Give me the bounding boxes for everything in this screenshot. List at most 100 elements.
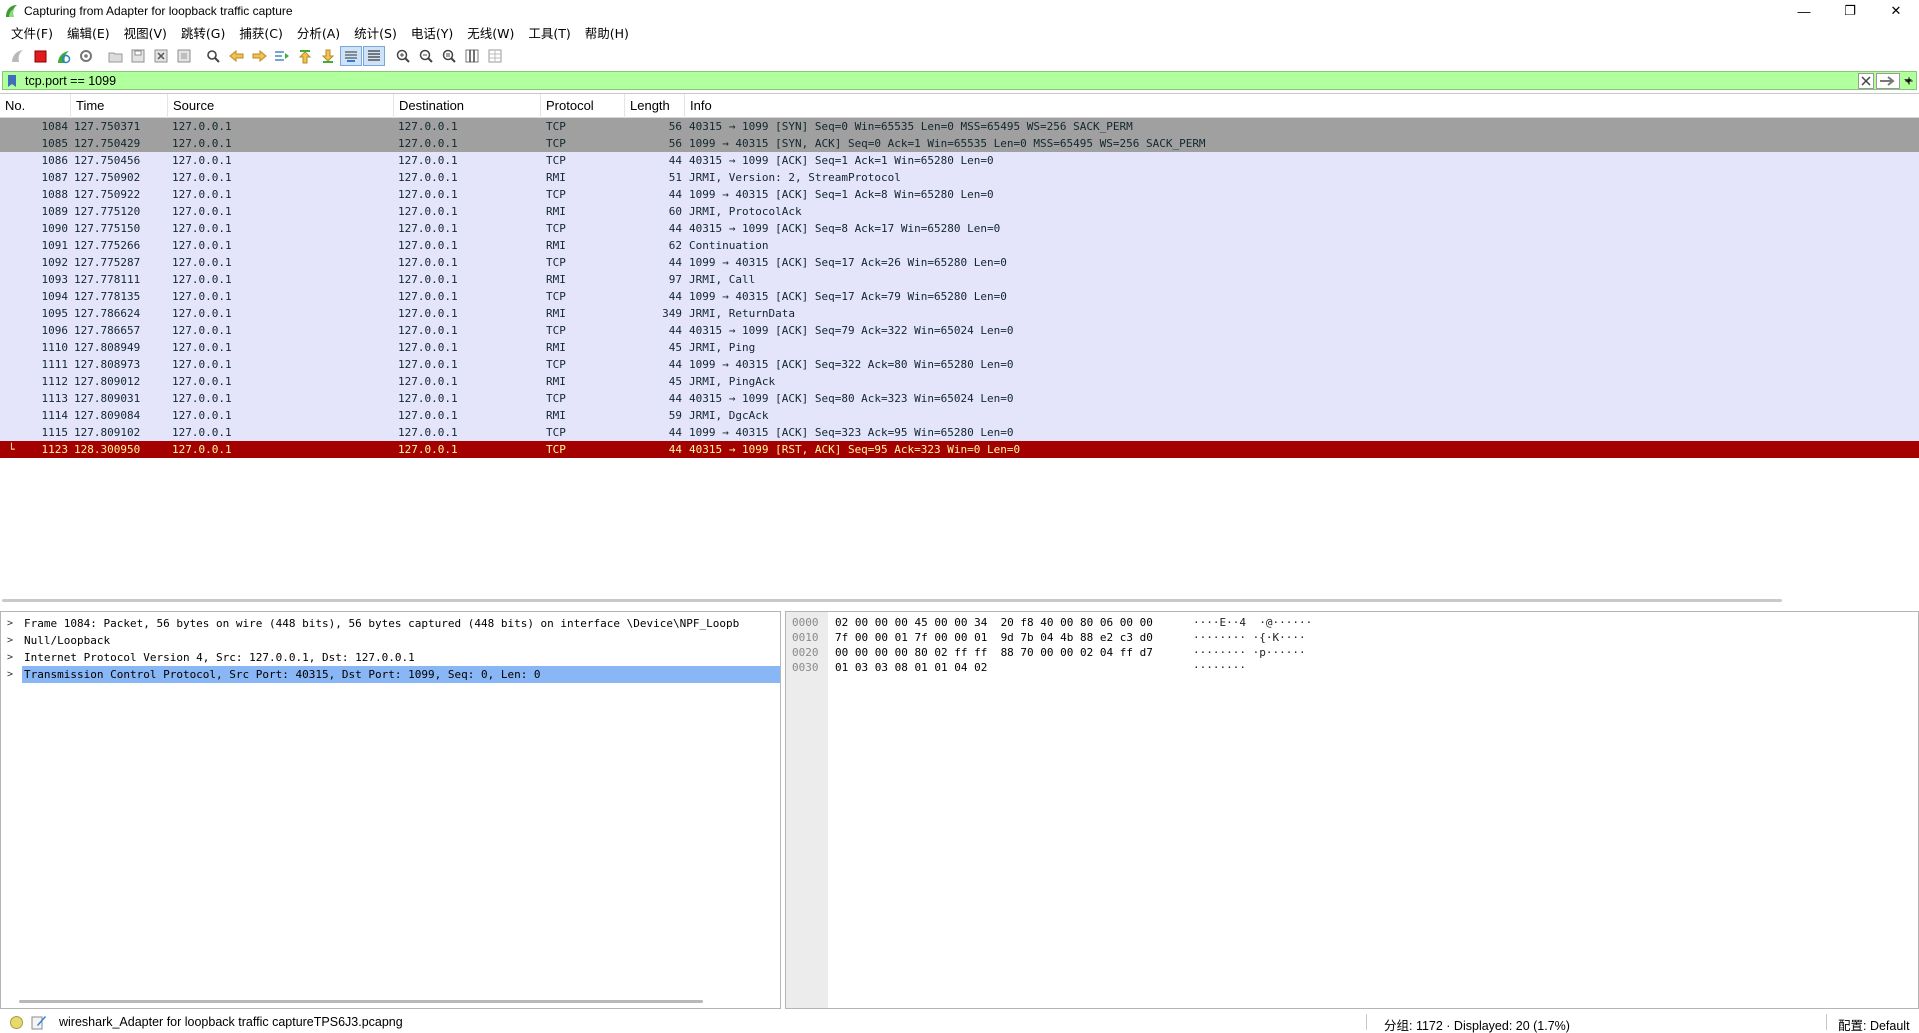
packet-row[interactable]: 1114 127.809084 127.0.0.1 127.0.0.1 RMI 59 JRM… <box>0 407 1919 424</box>
menu-file[interactable]: 文件(F) <box>4 23 60 42</box>
zoom-in-icon[interactable] <box>392 46 414 66</box>
menu-bar: 文件(F) 编辑(E) 视图(V) 跳转(G) 捕获(C) 分析(A) 统计(S… <box>0 22 1919 43</box>
packet-row[interactable]: 1115 127.809102 127.0.0.1 127.0.0.1 TCP 44 109… <box>0 424 1919 441</box>
column-header-info[interactable]: Info <box>685 94 1919 118</box>
expand-arrow-icon[interactable]: > <box>7 615 13 632</box>
packet-row[interactable]: 1091 127.775266 127.0.0.1 127.0.0.1 RMI 62 Con… <box>0 237 1919 254</box>
cell-length: 44 <box>668 426 682 439</box>
cell-time: 127.786624 <box>74 307 141 320</box>
apply-filter-icon[interactable] <box>1876 72 1900 89</box>
expand-arrow-icon[interactable]: > <box>7 649 13 666</box>
details-horizontal-scrollbar[interactable] <box>19 1000 703 1003</box>
detail-item-tcp[interactable]: Transmission Control Protocol, Src Port:… <box>22 666 780 683</box>
bytes-row[interactable]: 0000 02 00 00 00 45 00 00 34 20 f8 40 00… <box>786 615 1916 630</box>
bytes-row[interactable]: 0010 7f 00 00 01 7f 00 00 01 9d 7b 04 4b… <box>786 630 1916 645</box>
start-capture-icon[interactable] <box>6 46 28 66</box>
packet-row[interactable]: 1090 127.775150 127.0.0.1 127.0.0.1 TCP 44 403… <box>0 220 1919 237</box>
packet-row[interactable]: 1123 128.300950 127.0.0.1 127.0.0.1 TCP 44 403… <box>0 441 1919 458</box>
menu-edit[interactable]: 编辑(E) <box>60 23 117 42</box>
packet-list-header: No. Time Source Destination Protocol Len… <box>0 94 1919 118</box>
add-filter-button[interactable]: + <box>1901 72 1917 90</box>
menu-go[interactable]: 跳转(G) <box>174 23 232 42</box>
menu-help[interactable]: 帮助(H) <box>578 23 636 42</box>
packet-row[interactable]: 1089 127.775120 127.0.0.1 127.0.0.1 RMI 60 JRM… <box>0 203 1919 220</box>
column-header-protocol[interactable]: Protocol <box>541 94 625 118</box>
column-header-no[interactable]: No. <box>0 94 71 118</box>
cell-time: 127.750371 <box>74 120 141 133</box>
display-filter-input[interactable]: tcp.port == 1099 <box>25 74 1858 88</box>
expert-info-led-icon[interactable] <box>10 1015 23 1029</box>
clear-filter-icon[interactable] <box>1858 72 1874 89</box>
bytes-row[interactable]: 0030 01 03 03 08 01 01 04 02 ········ <box>786 660 1916 675</box>
menu-wireless[interactable]: 无线(W) <box>460 23 521 42</box>
close-file-icon[interactable] <box>150 46 172 66</box>
packet-row[interactable]: 1087 127.750902 127.0.0.1 127.0.0.1 RMI 51 JRM… <box>0 169 1919 186</box>
packet-row[interactable]: 1096 127.786657 127.0.0.1 127.0.0.1 TCP 44 403… <box>0 322 1919 339</box>
filter-bookmark-icon[interactable] <box>5 73 19 88</box>
column-header-time[interactable]: Time <box>71 94 168 118</box>
capture-options-icon[interactable] <box>75 46 97 66</box>
colorize-icon[interactable] <box>363 46 385 66</box>
menu-analyze[interactable]: 分析(A) <box>290 23 347 42</box>
packet-row[interactable]: 1084 127.750371 127.0.0.1 127.0.0.1 TCP 56 403… <box>0 118 1919 135</box>
cell-protocol: TCP <box>546 443 566 456</box>
packet-row[interactable]: 1085 127.750429 127.0.0.1 127.0.0.1 TCP 56 109… <box>0 135 1919 152</box>
expand-arrow-icon[interactable]: > <box>7 632 13 649</box>
cell-length: 44 <box>668 154 682 167</box>
cell-destination: 127.0.0.1 <box>398 239 458 252</box>
go-forward-icon[interactable] <box>248 46 270 66</box>
stop-capture-icon[interactable] <box>29 46 51 66</box>
minimize-button[interactable]: — <box>1781 0 1827 22</box>
cell-destination: 127.0.0.1 <box>398 154 458 167</box>
detail-item-null-loopback[interactable]: > Null/Loopback <box>1 632 780 649</box>
cell-protocol: TCP <box>546 154 566 167</box>
detail-item-ipv4[interactable]: > Internet Protocol Version 4, Src: 127.… <box>1 649 780 666</box>
go-back-icon[interactable] <box>225 46 247 66</box>
packet-row[interactable]: 1111 127.808973 127.0.0.1 127.0.0.1 TCP 44 109… <box>0 356 1919 373</box>
packet-row[interactable]: 1110 127.808949 127.0.0.1 127.0.0.1 RMI 45 JRM… <box>0 339 1919 356</box>
cell-destination: 127.0.0.1 <box>398 273 458 286</box>
save-file-icon[interactable] <box>127 46 149 66</box>
menu-tools[interactable]: 工具(T) <box>521 23 577 42</box>
menu-statistics[interactable]: 统计(S) <box>347 23 404 42</box>
bytes-row[interactable]: 0020 00 00 00 00 80 02 ff ff 88 70 00 00… <box>786 645 1916 660</box>
go-to-packet-icon[interactable] <box>271 46 293 66</box>
menu-capture[interactable]: 捕获(C) <box>232 23 289 42</box>
auto-scroll-icon[interactable] <box>340 46 362 66</box>
go-last-icon[interactable] <box>317 46 339 66</box>
profile-selector[interactable]: 配置: Default <box>1838 1015 1910 1033</box>
resize-columns-icon[interactable] <box>461 46 483 66</box>
packet-row[interactable]: 1092 127.775287 127.0.0.1 127.0.0.1 TCP 44 109… <box>0 254 1919 271</box>
packet-row[interactable]: 1088 127.750922 127.0.0.1 127.0.0.1 TCP 44 109… <box>0 186 1919 203</box>
menu-telephony[interactable]: 电话(Y) <box>404 23 460 42</box>
column-header-length[interactable]: Length <box>625 94 685 118</box>
cell-no: 1114 <box>41 409 69 422</box>
zoom-out-icon[interactable] <box>415 46 437 66</box>
cell-time: 127.809031 <box>74 392 141 405</box>
packet-row[interactable]: 1094 127.778135 127.0.0.1 127.0.0.1 TCP 44 109… <box>0 288 1919 305</box>
layout-icon[interactable] <box>484 46 506 66</box>
capture-comment-icon[interactable] <box>31 1014 47 1030</box>
cell-source: 127.0.0.1 <box>172 409 232 422</box>
reload-file-icon[interactable] <box>173 46 195 66</box>
close-button[interactable]: ✕ <box>1873 0 1919 22</box>
zoom-normal-icon[interactable] <box>438 46 460 66</box>
column-header-source[interactable]: Source <box>168 94 394 118</box>
expand-arrow-icon[interactable]: > <box>1 666 23 683</box>
cell-source: 127.0.0.1 <box>172 375 232 388</box>
packet-row[interactable]: 1095 127.786624 127.0.0.1 127.0.0.1 RMI 349 JR… <box>0 305 1919 322</box>
detail-item-frame[interactable]: > Frame 1084: Packet, 56 bytes on wire (… <box>1 615 780 632</box>
column-header-destination[interactable]: Destination <box>394 94 541 118</box>
menu-view[interactable]: 视图(V) <box>117 23 174 42</box>
packet-list-horizontal-scrollbar[interactable] <box>2 599 1782 602</box>
restart-capture-icon[interactable] <box>52 46 74 66</box>
packet-row[interactable]: 1113 127.809031 127.0.0.1 127.0.0.1 TCP 44 403… <box>0 390 1919 407</box>
go-first-icon[interactable] <box>294 46 316 66</box>
packet-row[interactable]: 1093 127.778111 127.0.0.1 127.0.0.1 RMI 97 JRM… <box>0 271 1919 288</box>
cell-length: 349 <box>662 307 682 320</box>
packet-row[interactable]: 1086 127.750456 127.0.0.1 127.0.0.1 TCP 44 403… <box>0 152 1919 169</box>
open-file-icon[interactable] <box>104 46 126 66</box>
packet-row[interactable]: 1112 127.809012 127.0.0.1 127.0.0.1 RMI 45 JRM… <box>0 373 1919 390</box>
restore-button[interactable]: ❐ <box>1827 0 1873 22</box>
find-packet-icon[interactable] <box>202 46 224 66</box>
